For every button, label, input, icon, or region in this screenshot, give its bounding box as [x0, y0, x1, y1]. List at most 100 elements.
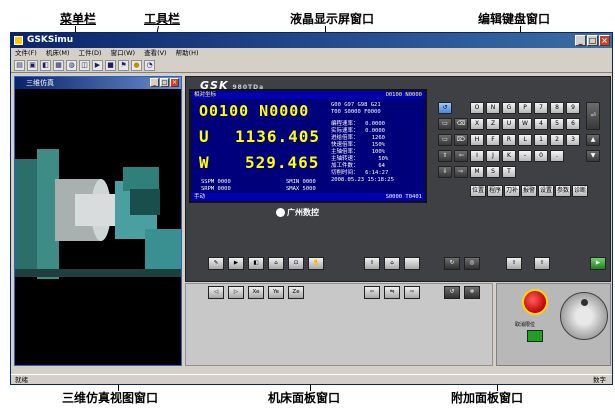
panel-btn-single[interactable]: ⊡ [288, 257, 304, 270]
key-8[interactable]: 8 [550, 102, 564, 114]
key-o[interactable]: O [470, 102, 484, 114]
panel-btn-spindle-stop[interactable]: ◎ [464, 257, 480, 270]
zoom-icon[interactable]: ◍ [66, 60, 77, 71]
key-cursor-left[interactable]: ⇦ [454, 150, 468, 162]
panel-btn-cycle-start[interactable]: ▶ [590, 257, 606, 270]
release-limit-button[interactable] [527, 330, 543, 342]
panel-btn-rapid-up[interactable]: ⇧ [506, 257, 522, 270]
key-p[interactable]: P [518, 102, 532, 114]
key-m[interactable]: M [470, 166, 484, 178]
key-7[interactable]: 7 [534, 102, 548, 114]
menu-window[interactable]: 窗口(W) [111, 48, 136, 59]
menu-help[interactable]: 帮助(H) [176, 48, 199, 59]
emergency-stop-button[interactable] [522, 289, 548, 315]
open-icon[interactable]: ▤ [14, 60, 25, 71]
key-cursor-up[interactable]: ⇧ [438, 150, 452, 162]
menu-workpiece[interactable]: 工件(D) [79, 48, 102, 59]
key-1[interactable]: 1 [534, 134, 548, 146]
key-page-up[interactable]: ▲ [586, 134, 600, 146]
menu-view[interactable]: 查看(V) [144, 48, 167, 59]
sim-maximize-button[interactable]: □ [160, 78, 169, 87]
gauge-icon[interactable]: ◔ [144, 60, 155, 71]
panel-btn-auto[interactable]: ▶ [228, 257, 244, 270]
key-2[interactable]: 2 [550, 134, 564, 146]
key-u[interactable]: U [502, 118, 516, 130]
panel-btn-left[interactable]: ⇦ [364, 286, 380, 299]
panel-btn-xe[interactable]: Xe [248, 286, 264, 299]
key-r[interactable]: R [502, 134, 516, 146]
key-6[interactable]: 6 [566, 118, 580, 130]
maximize-button[interactable]: □ [587, 35, 598, 46]
key-page-param[interactable]: 参数 [555, 185, 571, 197]
sim-minimize-button[interactable]: _ [150, 78, 159, 87]
key-page-offset[interactable]: 刀补 [504, 185, 520, 197]
key-insert[interactable]: ▭ [438, 118, 452, 130]
panel-btn-home[interactable]: ⌂ [384, 257, 400, 270]
key-3[interactable]: 3 [566, 134, 580, 146]
key-dot[interactable]: . [550, 150, 564, 162]
menu-machine[interactable]: 机床(M) [46, 48, 70, 59]
key-page-down[interactable]: ▼ [586, 150, 600, 162]
key-cursor-right[interactable]: ⇨ [454, 166, 468, 178]
key-cursor-down[interactable]: ⇩ [438, 166, 452, 178]
panel-btn-ye[interactable]: Ye [268, 286, 284, 299]
key-5[interactable]: 5 [550, 118, 564, 130]
key-x[interactable]: X [470, 118, 484, 130]
panel-btn-ze[interactable]: Ze [288, 286, 304, 299]
key-page-alarm[interactable]: 报警 [521, 185, 537, 197]
key-f[interactable]: F [486, 134, 500, 146]
panel-btn-spindle-ccw[interactable]: ↺ [444, 286, 460, 299]
play-icon[interactable]: ▶ [92, 60, 103, 71]
key-0[interactable]: 0 [534, 150, 548, 162]
key-minus[interactable]: - [518, 150, 532, 162]
key-page-setting[interactable]: 设置 [538, 185, 554, 197]
key-z[interactable]: Z [486, 118, 500, 130]
flag-icon[interactable]: ⚑ [118, 60, 129, 71]
panel-btn-feed-up[interactable]: ⇧ [534, 257, 550, 270]
key-h[interactable]: H [470, 134, 484, 146]
panel-btn-axis-up[interactable]: ⇧ [364, 257, 380, 270]
panel-btn-spindle-cw[interactable]: ↻ [444, 257, 460, 270]
panel-btn-mdi[interactable]: ◧ [248, 257, 264, 270]
minimize-button[interactable]: _ [575, 35, 586, 46]
key-i[interactable]: I [470, 150, 484, 162]
key-n[interactable]: N [486, 102, 500, 114]
sim-close-button[interactable]: × [170, 78, 179, 87]
key-9[interactable]: 9 [566, 102, 580, 114]
panel-btn-blank[interactable] [404, 257, 420, 270]
key-l[interactable]: L [518, 134, 532, 146]
stop-icon[interactable]: ■ [105, 60, 116, 71]
key-j[interactable]: J [486, 150, 500, 162]
key-page-diag[interactable]: 诊断 [572, 185, 588, 197]
fit-icon[interactable]: ◫ [79, 60, 90, 71]
key-alter[interactable]: ▭ [438, 134, 452, 146]
panel-btn-edit[interactable]: ✎ [208, 257, 224, 270]
key-k[interactable]: K [502, 150, 516, 162]
panel-btn-right[interactable]: ⇨ [404, 286, 420, 299]
grid-icon[interactable]: ▦ [53, 60, 64, 71]
panel-btn-jog-z[interactable]: ▷ [228, 286, 244, 299]
key-g[interactable]: G [502, 102, 516, 114]
key-4[interactable]: 4 [534, 118, 548, 130]
key-enter[interactable]: ⏎ [586, 102, 600, 130]
key-reset[interactable]: ↺ [438, 102, 452, 114]
key-s[interactable]: S [486, 166, 500, 178]
sim-viewport[interactable] [15, 89, 181, 365]
handwheel[interactable] [560, 292, 608, 340]
key-cancel[interactable]: ⌦ [454, 134, 468, 146]
key-page-program[interactable]: 程序 [487, 185, 503, 197]
coin-icon[interactable]: ● [131, 60, 142, 71]
key-t[interactable]: T [502, 166, 516, 178]
panel-btn-coolant[interactable]: ❄ [464, 286, 480, 299]
key-delete[interactable]: ⌫ [454, 118, 468, 130]
menu-file[interactable]: 文件(F) [15, 48, 37, 59]
key-w[interactable]: W [518, 118, 532, 130]
panel-btn-rapid[interactable]: ⇋ [384, 286, 400, 299]
view-icon[interactable]: ◧ [40, 60, 51, 71]
close-button[interactable]: × [599, 35, 610, 46]
panel-btn-jog-x[interactable]: ◁ [208, 286, 224, 299]
panel-btn-manual[interactable]: ✋ [308, 257, 324, 270]
key-page-position[interactable]: 位置 [470, 185, 486, 197]
panel-btn-ref[interactable]: ⌂ [268, 257, 284, 270]
save-icon[interactable]: ▣ [27, 60, 38, 71]
